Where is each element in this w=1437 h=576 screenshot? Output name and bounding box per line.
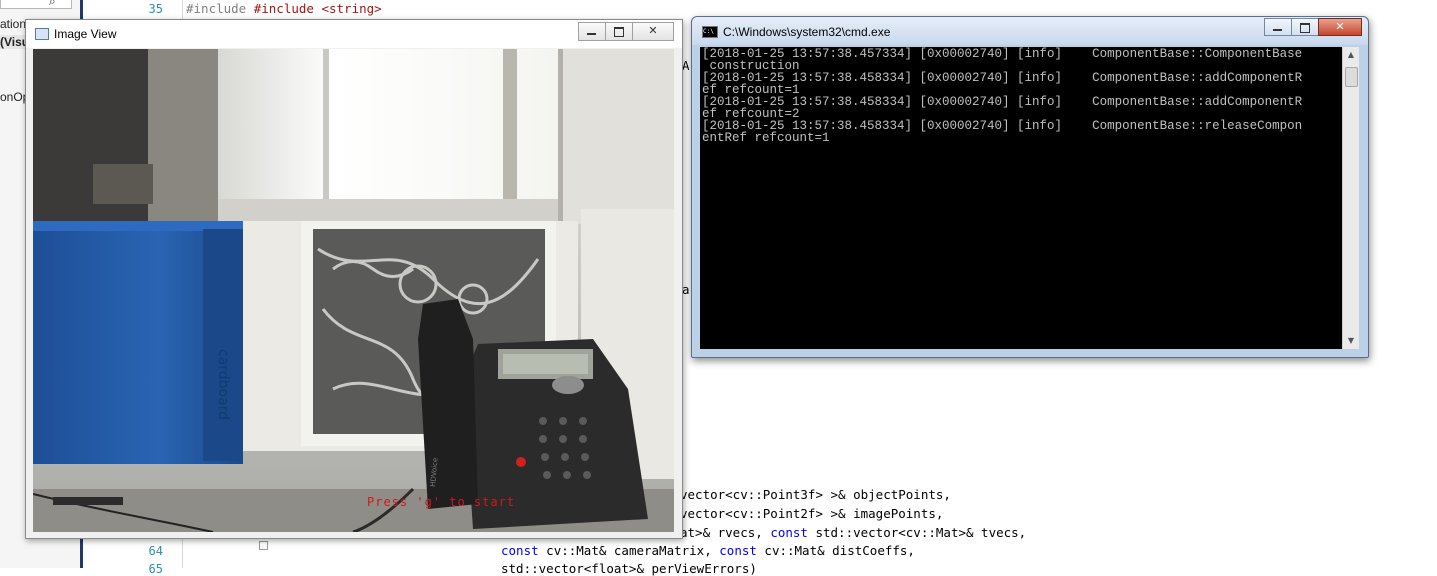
window-icon bbox=[35, 28, 49, 40]
search-box[interactable]: ⌕ bbox=[0, 0, 72, 9]
minimize-icon bbox=[1273, 29, 1282, 31]
code-line[interactable]: at>& rvecs, const std::vector<cv::Mat>& … bbox=[680, 525, 1026, 540]
minimize-icon bbox=[587, 33, 596, 35]
keyword: const bbox=[501, 543, 539, 558]
scroll-thumb[interactable] bbox=[1345, 67, 1358, 87]
code-line[interactable]: vector<cv::Point2f> >& imagePoints, bbox=[680, 506, 943, 521]
vertical-scrollbar[interactable]: ▲ ▼ bbox=[1342, 47, 1359, 349]
caption-buttons: ✕ bbox=[1264, 18, 1362, 36]
close-icon: ✕ bbox=[648, 24, 658, 37]
cmd-window[interactable]: C:\ C:\Windows\system32\cmd.exe ✕ [2018-… bbox=[691, 16, 1369, 358]
code-line-include[interactable]: #include #include <string> bbox=[186, 1, 382, 16]
keyword: const bbox=[719, 543, 757, 558]
maximize-icon bbox=[1300, 23, 1310, 33]
maximize-button[interactable] bbox=[605, 22, 633, 41]
code-fragment: A bbox=[682, 58, 690, 73]
code-text: std::vector<cv::Mat>& tvecs, bbox=[807, 525, 1027, 540]
overlay-instruction: Press 'g' to start bbox=[367, 495, 516, 509]
minimize-button[interactable] bbox=[578, 22, 606, 41]
webcam-image: cardboard HDVoice bbox=[33, 49, 674, 532]
code-line[interactable]: vector<cv::Point3f> >& objectPoints, bbox=[680, 487, 951, 502]
console-output[interactable]: [2018-01-25 13:57:38.457334] [0x00002740… bbox=[700, 47, 1342, 349]
code-line[interactable]: std::vector<float>& perViewErrors) bbox=[501, 561, 757, 576]
close-button[interactable]: ✕ bbox=[632, 22, 674, 41]
scroll-down-icon[interactable]: ▼ bbox=[1343, 333, 1359, 349]
line-number: 35 bbox=[148, 2, 163, 16]
console-icon: C:\ bbox=[702, 26, 718, 38]
line-number: 64 bbox=[148, 544, 163, 558]
collapse-toggle[interactable] bbox=[259, 541, 268, 550]
code-line[interactable]: const cv::Mat& cameraMatrix, const cv::M… bbox=[501, 543, 915, 558]
code-text: cv::Mat& distCoeffs, bbox=[756, 543, 915, 558]
camera-frame[interactable]: cardboard HDVoice Press 'g' to start bbox=[33, 49, 674, 532]
maximize-button[interactable] bbox=[1291, 18, 1319, 36]
image-view-window[interactable]: Image View ✕ cardboard HDVoice Press 'g'… bbox=[25, 19, 683, 539]
maximize-icon bbox=[614, 27, 624, 37]
code-text: at>& rvecs, bbox=[680, 525, 771, 540]
line-number: 65 bbox=[148, 562, 163, 576]
window-title: Image View bbox=[54, 27, 117, 41]
include-target: #include <string> bbox=[253, 1, 382, 16]
scroll-up-icon[interactable]: ▲ bbox=[1343, 47, 1359, 63]
minimize-button[interactable] bbox=[1264, 18, 1292, 36]
window-title: C:\Windows\system32\cmd.exe bbox=[723, 25, 891, 39]
svg-text:cardboard: cardboard bbox=[215, 349, 231, 420]
caption-buttons: ✕ bbox=[578, 22, 674, 41]
close-icon: ✕ bbox=[1335, 20, 1345, 33]
titlebar[interactable]: Image View ✕ bbox=[26, 20, 682, 48]
code-fragment: a bbox=[682, 282, 690, 297]
code-text: cv::Mat& cameraMatrix, bbox=[538, 543, 720, 558]
close-button[interactable]: ✕ bbox=[1318, 18, 1362, 36]
keyword: const bbox=[770, 525, 808, 540]
titlebar[interactable]: C:\ C:\Windows\system32\cmd.exe ✕ bbox=[692, 17, 1368, 45]
search-icon[interactable]: ⌕ bbox=[49, 0, 56, 9]
console-log: [2018-01-25 13:57:38.457334] [0x00002740… bbox=[702, 47, 1303, 145]
